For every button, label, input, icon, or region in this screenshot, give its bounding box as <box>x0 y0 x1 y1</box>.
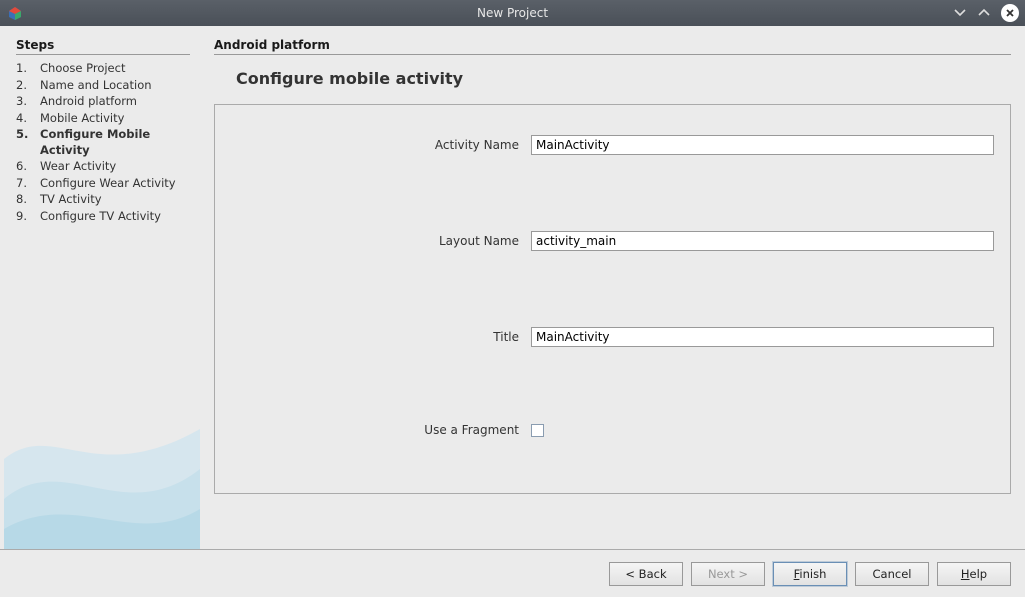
button-bar: < Back Next > Finish Cancel Help <box>0 549 1025 597</box>
main-area: Steps 1.Choose Project 2.Name and Locati… <box>0 26 1025 549</box>
close-icon[interactable] <box>1001 4 1019 22</box>
row-use-fragment: Use a Fragment <box>231 423 994 437</box>
step-item: 8.TV Activity <box>16 192 190 208</box>
step-item: 2.Name and Location <box>16 78 190 94</box>
page-title: Configure mobile activity <box>236 69 1011 88</box>
next-button: Next > <box>691 562 765 586</box>
input-title[interactable] <box>531 327 994 347</box>
back-button[interactable]: < Back <box>609 562 683 586</box>
maximize-icon[interactable] <box>977 5 991 21</box>
step-item-current: 5.Configure Mobile Activity <box>16 127 190 158</box>
steps-heading: Steps <box>16 38 190 55</box>
input-layout-name[interactable] <box>531 231 994 251</box>
checkbox-use-fragment[interactable] <box>531 424 544 437</box>
row-activity-name: Activity Name <box>231 135 994 155</box>
row-layout-name: Layout Name <box>231 231 994 251</box>
cancel-button[interactable]: Cancel <box>855 562 929 586</box>
step-item: 1.Choose Project <box>16 61 190 77</box>
steps-list: 1.Choose Project 2.Name and Location 3.A… <box>16 61 190 224</box>
minimize-icon[interactable] <box>953 5 967 21</box>
input-activity-name[interactable] <box>531 135 994 155</box>
row-title: Title <box>231 327 994 347</box>
app-icon <box>6 4 24 22</box>
checkbox-cell <box>531 423 994 437</box>
label-layout-name: Layout Name <box>231 234 531 248</box>
content-panel: Android platform Configure mobile activi… <box>200 30 1025 549</box>
finish-button[interactable]: Finish <box>773 562 847 586</box>
window-title: New Project <box>477 6 548 20</box>
step-item: 6.Wear Activity <box>16 159 190 175</box>
form-panel: Activity Name Layout Name Title Use a Fr… <box>214 104 1011 494</box>
step-item: 9.Configure TV Activity <box>16 209 190 225</box>
step-item: 4.Mobile Activity <box>16 111 190 127</box>
steps-sidebar: Steps 1.Choose Project 2.Name and Locati… <box>4 30 200 549</box>
window-controls <box>953 4 1019 22</box>
label-use-fragment: Use a Fragment <box>231 423 531 437</box>
step-item: 3.Android platform <box>16 94 190 110</box>
content-heading: Android platform <box>214 38 1011 55</box>
label-title: Title <box>231 330 531 344</box>
label-activity-name: Activity Name <box>231 138 531 152</box>
help-button[interactable]: Help <box>937 562 1011 586</box>
step-item: 7.Configure Wear Activity <box>16 176 190 192</box>
decorative-wave-icon <box>4 399 200 549</box>
titlebar: New Project <box>0 0 1025 26</box>
